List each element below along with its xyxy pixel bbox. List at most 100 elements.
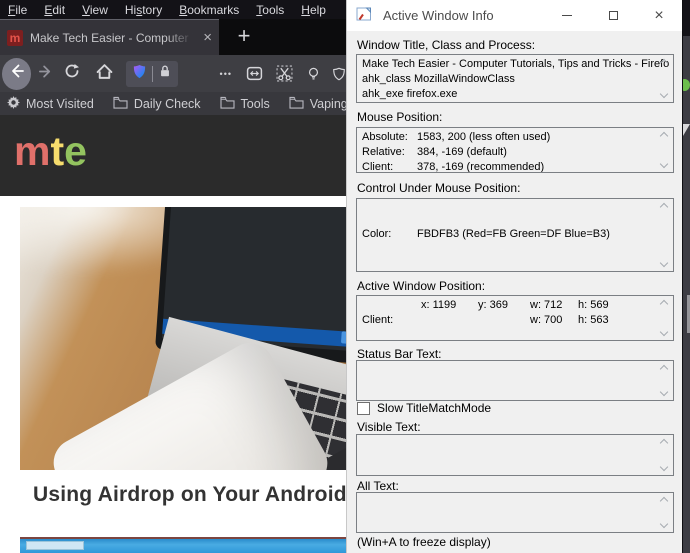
scroll-down-icon[interactable]	[660, 464, 669, 472]
web-page-content: mte Using Airdrop on Your Android and	[0, 115, 346, 553]
color-value: FBDFB3 (Red=FB Green=DF Blue=B3)	[417, 228, 610, 240]
visible-text-box[interactable]	[356, 434, 674, 476]
background-green-dot	[683, 79, 690, 91]
all-text-box[interactable]	[356, 492, 674, 533]
minimize-icon	[562, 15, 572, 16]
screenshot-scissors-icon[interactable]	[276, 65, 293, 82]
scroll-up-icon[interactable]	[660, 202, 669, 210]
browser-tab-make-tech-easier[interactable]: m Make Tech Easier - Computer T ×	[0, 19, 219, 55]
scroll-down-icon[interactable]	[660, 91, 669, 99]
bookmark-most-visited[interactable]: Most Visited	[7, 96, 94, 112]
scroll-down-icon[interactable]	[660, 389, 669, 397]
scroll-up-icon[interactable]	[660, 299, 669, 307]
home-icon	[96, 63, 113, 85]
article-thumbnail-image[interactable]	[20, 537, 346, 553]
menu-edit[interactable]: Edit	[44, 3, 65, 17]
control-under-mouse-box[interactable]: Color:FBDFB3 (Red=FB Green=DF Blue=B3)	[356, 198, 674, 272]
mte-logo[interactable]: mte	[14, 129, 87, 173]
active-window-position-label: Active Window Position:	[357, 279, 485, 293]
new-tab-button[interactable]: +	[230, 22, 258, 52]
site-header: mte	[0, 115, 346, 196]
screenshot-root: File Edit View History Bookmarks Tools H…	[0, 0, 690, 553]
menu-tools[interactable]: Tools	[256, 3, 284, 17]
scroll-up-icon[interactable]	[660, 364, 669, 372]
maximize-icon	[609, 11, 618, 20]
mouse-relative-line: Relative:384, -169 (default)	[362, 145, 657, 160]
mouse-absolute-line: Absolute:1583, 200 (less often used)	[362, 130, 657, 145]
folder-icon	[113, 96, 128, 112]
menu-help[interactable]: Help	[301, 3, 326, 17]
folder-icon	[289, 96, 304, 112]
background-window-dark-top	[683, 0, 690, 36]
back-button[interactable]	[2, 58, 31, 90]
mouse-position-box[interactable]: Absolute:1583, 200 (less often used) Rel…	[356, 127, 674, 173]
container-tabs-icon[interactable]	[246, 65, 263, 82]
window-spy-icon	[356, 6, 374, 25]
identity-separator	[152, 66, 153, 82]
slow-titlematchmode-checkbox[interactable]	[357, 402, 370, 415]
bookmark-folder-daily-check[interactable]: Daily Check	[113, 96, 201, 112]
reload-button[interactable]	[64, 63, 80, 84]
mouse-client-line: Client:378, -169 (recommended)	[362, 160, 657, 173]
mouse-position-label: Mouse Position:	[357, 110, 442, 124]
article-title-link[interactable]: Using Airdrop on Your Android and	[33, 483, 346, 507]
folder-icon	[220, 96, 235, 112]
client-size-line: Client:w: 700h: 563	[362, 313, 657, 328]
maximize-button[interactable]	[590, 0, 636, 31]
scroll-up-icon[interactable]	[660, 131, 669, 139]
back-arrow-icon	[9, 63, 25, 84]
ahk-exe-line: ahk_exe firefox.exe	[362, 87, 657, 102]
scroll-up-icon[interactable]	[660, 496, 669, 504]
lock-icon[interactable]	[158, 64, 172, 83]
active-window-info-dialog: Active Window Info × Window Title, Class…	[346, 0, 682, 553]
window-title-box[interactable]: Make Tech Easier - Computer Tutorials, T…	[356, 54, 674, 103]
forward-button[interactable]	[38, 64, 53, 84]
scroll-up-icon[interactable]	[660, 58, 669, 66]
reload-icon	[64, 63, 80, 84]
clipped-toolbar-icon[interactable]	[332, 66, 346, 82]
scroll-up-icon[interactable]	[660, 438, 669, 446]
menu-history[interactable]: History	[125, 3, 162, 17]
ahk-class-line: ahk_class MozillaWindowClass	[362, 72, 657, 87]
slow-titlematchmode-label[interactable]: Slow TitleMatchMode	[377, 401, 491, 415]
bookmark-folder-vaping[interactable]: Vaping	[289, 96, 346, 112]
color-line: Color:FBDFB3 (Red=FB Green=DF Blue=B3)	[362, 227, 657, 242]
bookmarks-toolbar: Most Visited Daily Check Tools Vaping	[0, 92, 346, 115]
window-title-line: Make Tech Easier - Computer Tutorials, T…	[362, 57, 657, 72]
tracking-protection-shield-icon[interactable]	[132, 64, 147, 84]
gear-icon	[7, 96, 20, 112]
home-button[interactable]	[96, 63, 113, 85]
status-bar-text-box[interactable]	[356, 360, 674, 401]
control-under-mouse-label: Control Under Mouse Position:	[357, 181, 520, 195]
status-bar-text-label: Status Bar Text:	[357, 347, 442, 361]
article-hero-image[interactable]	[20, 207, 346, 470]
tab-close-icon[interactable]: ×	[203, 30, 212, 45]
thumbnail-window-tab	[26, 541, 84, 550]
page-actions-icon[interactable]: •••	[220, 69, 232, 79]
bookmark-folder-tools[interactable]: Tools	[220, 96, 270, 112]
visible-text-label: Visible Text:	[357, 420, 421, 434]
menu-bookmarks[interactable]: Bookmarks	[179, 3, 239, 17]
active-window-position-box[interactable]: x: 1199y: 369w: 712h: 569 Client:w: 700h…	[356, 295, 674, 341]
tab-bar: m Make Tech Easier - Computer T × +	[0, 19, 346, 55]
close-button[interactable]: ×	[636, 0, 682, 31]
minimize-button[interactable]	[544, 0, 590, 31]
tab-title: Make Tech Easier - Computer T	[30, 31, 196, 45]
scroll-down-icon[interactable]	[660, 329, 669, 337]
site-favicon: m	[7, 30, 23, 46]
scroll-down-icon[interactable]	[660, 161, 669, 169]
menu-file[interactable]: File	[8, 3, 27, 17]
window-position-line: x: 1199y: 369w: 712h: 569	[362, 298, 657, 313]
scroll-down-icon[interactable]	[660, 521, 669, 529]
all-text-label: All Text:	[357, 479, 399, 493]
scroll-down-icon[interactable]	[660, 260, 669, 268]
lightbulb-icon[interactable]	[306, 66, 321, 82]
forward-arrow-icon	[38, 64, 53, 84]
background-window-edge	[683, 0, 690, 553]
window-title-label: Window Title, Class and Process:	[357, 38, 535, 52]
mouse-cursor	[683, 124, 690, 136]
menu-view[interactable]: View	[82, 3, 108, 17]
url-bar-identity-box	[126, 61, 177, 87]
navigation-toolbar: •••	[0, 55, 346, 92]
dialog-title-bar[interactable]: Active Window Info ×	[347, 0, 682, 31]
